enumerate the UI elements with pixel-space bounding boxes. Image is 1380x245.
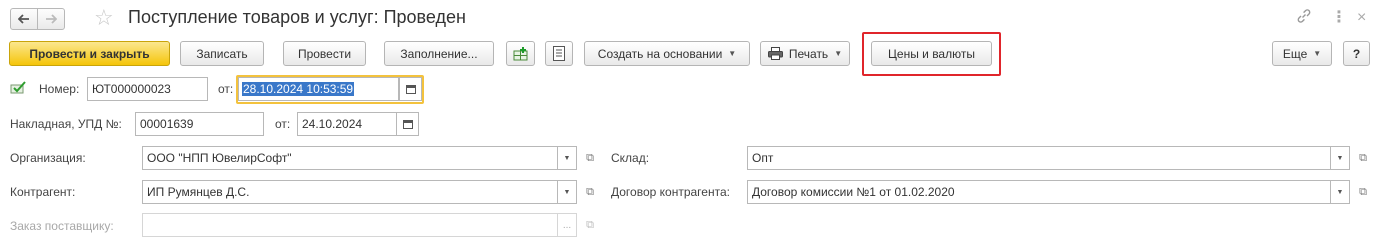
more-button[interactable]: Еще ▼ [1272, 41, 1332, 66]
document-list-icon [553, 46, 565, 61]
caret-down-icon: ▼ [1336, 154, 1344, 162]
date-field[interactable]: 28.10.2024 10:53:59 [238, 77, 399, 101]
close-icon[interactable]: × [1357, 8, 1366, 28]
caret-down-icon: ▼ [1313, 49, 1322, 58]
invoice-date-from-label: от: [275, 117, 291, 131]
more-label: Еще [1282, 46, 1308, 61]
date-value: 28.10.2024 10:53:59 [242, 82, 355, 96]
number-field[interactable]: ЮТ000000023 [87, 77, 208, 101]
table-add-icon [513, 46, 527, 60]
contract-field[interactable]: Договор комиссии №1 от 01.02.2020 [747, 180, 1331, 204]
link-icon[interactable] [1296, 8, 1312, 30]
create-based-on-label: Создать на основании [597, 46, 723, 61]
warehouse-dropdown-button[interactable]: ▼ [1330, 146, 1350, 170]
document-report-button[interactable] [545, 41, 573, 66]
caret-down-icon: ▼ [563, 188, 571, 196]
contract-label: Договор контрагента: [611, 185, 730, 199]
create-based-on-button[interactable]: Создать на основании ▼ [584, 41, 750, 66]
supplier-order-open-icon[interactable]: ⧉ [582, 217, 598, 233]
print-button[interactable]: Печать ▼ [760, 41, 850, 66]
page-title: Поступление товаров и услуг: Проведен [128, 7, 466, 27]
date-picker-button[interactable] [399, 77, 422, 101]
supplier-order-select-button[interactable]: ... [557, 213, 577, 237]
caret-down-icon: ▼ [1336, 188, 1344, 196]
posted-status-icon [10, 81, 28, 98]
warehouse-field[interactable]: Опт [747, 146, 1331, 170]
counterparty-label: Контрагент: [10, 185, 76, 199]
arrow-right-icon [46, 14, 57, 24]
contract-dropdown-button[interactable]: ▼ [1330, 180, 1350, 204]
printer-icon [767, 47, 783, 60]
supplier-order-label: Заказ поставщику: [10, 219, 114, 233]
number-label: Номер: [39, 82, 80, 96]
print-label: Печать [788, 46, 829, 61]
calendar-icon [405, 84, 416, 94]
invoice-date-field[interactable]: 24.10.2024 [297, 112, 397, 136]
post-button[interactable]: Провести [283, 41, 366, 66]
counterparty-dropdown-button[interactable]: ▼ [557, 180, 577, 204]
add-row-button[interactable] [506, 41, 535, 66]
highlight-frame [862, 32, 1001, 76]
invoice-number-field[interactable]: 00001639 [135, 112, 264, 136]
more-vert-icon[interactable]: ⋮ [1331, 8, 1347, 28]
organization-field[interactable]: ООО "НПП ЮвелирСофт" [142, 146, 558, 170]
caret-down-icon: ▼ [563, 154, 571, 162]
warehouse-open-icon[interactable]: ⧉ [1355, 150, 1371, 166]
forward-button[interactable] [37, 8, 65, 30]
fill-button[interactable]: Заполнение... [384, 41, 494, 66]
date-from-label: от: [218, 82, 234, 96]
star-icon[interactable]: ☆ [94, 6, 114, 30]
invoice-label: Накладная, УПД №: [10, 117, 122, 131]
organization-dropdown-button[interactable]: ▼ [557, 146, 577, 170]
invoice-date-picker-button[interactable] [396, 112, 419, 136]
caret-down-icon: ▼ [834, 49, 843, 58]
calendar-icon [402, 119, 413, 129]
counterparty-open-icon[interactable]: ⧉ [582, 184, 598, 200]
back-button[interactable] [10, 8, 38, 30]
save-button[interactable]: Записать [180, 41, 264, 66]
caret-down-icon: ▼ [728, 49, 737, 58]
counterparty-field[interactable]: ИП Румянцев Д.С. [142, 180, 558, 204]
organization-open-icon[interactable]: ⧉ [582, 150, 598, 166]
organization-label: Организация: [10, 151, 86, 165]
warehouse-label: Склад: [611, 151, 650, 165]
supplier-order-field[interactable] [142, 213, 558, 237]
post-and-close-button[interactable]: Провести и закрыть [9, 41, 170, 66]
help-button[interactable]: ? [1343, 41, 1370, 66]
arrow-left-icon [18, 14, 29, 24]
contract-open-icon[interactable]: ⧉ [1355, 184, 1371, 200]
